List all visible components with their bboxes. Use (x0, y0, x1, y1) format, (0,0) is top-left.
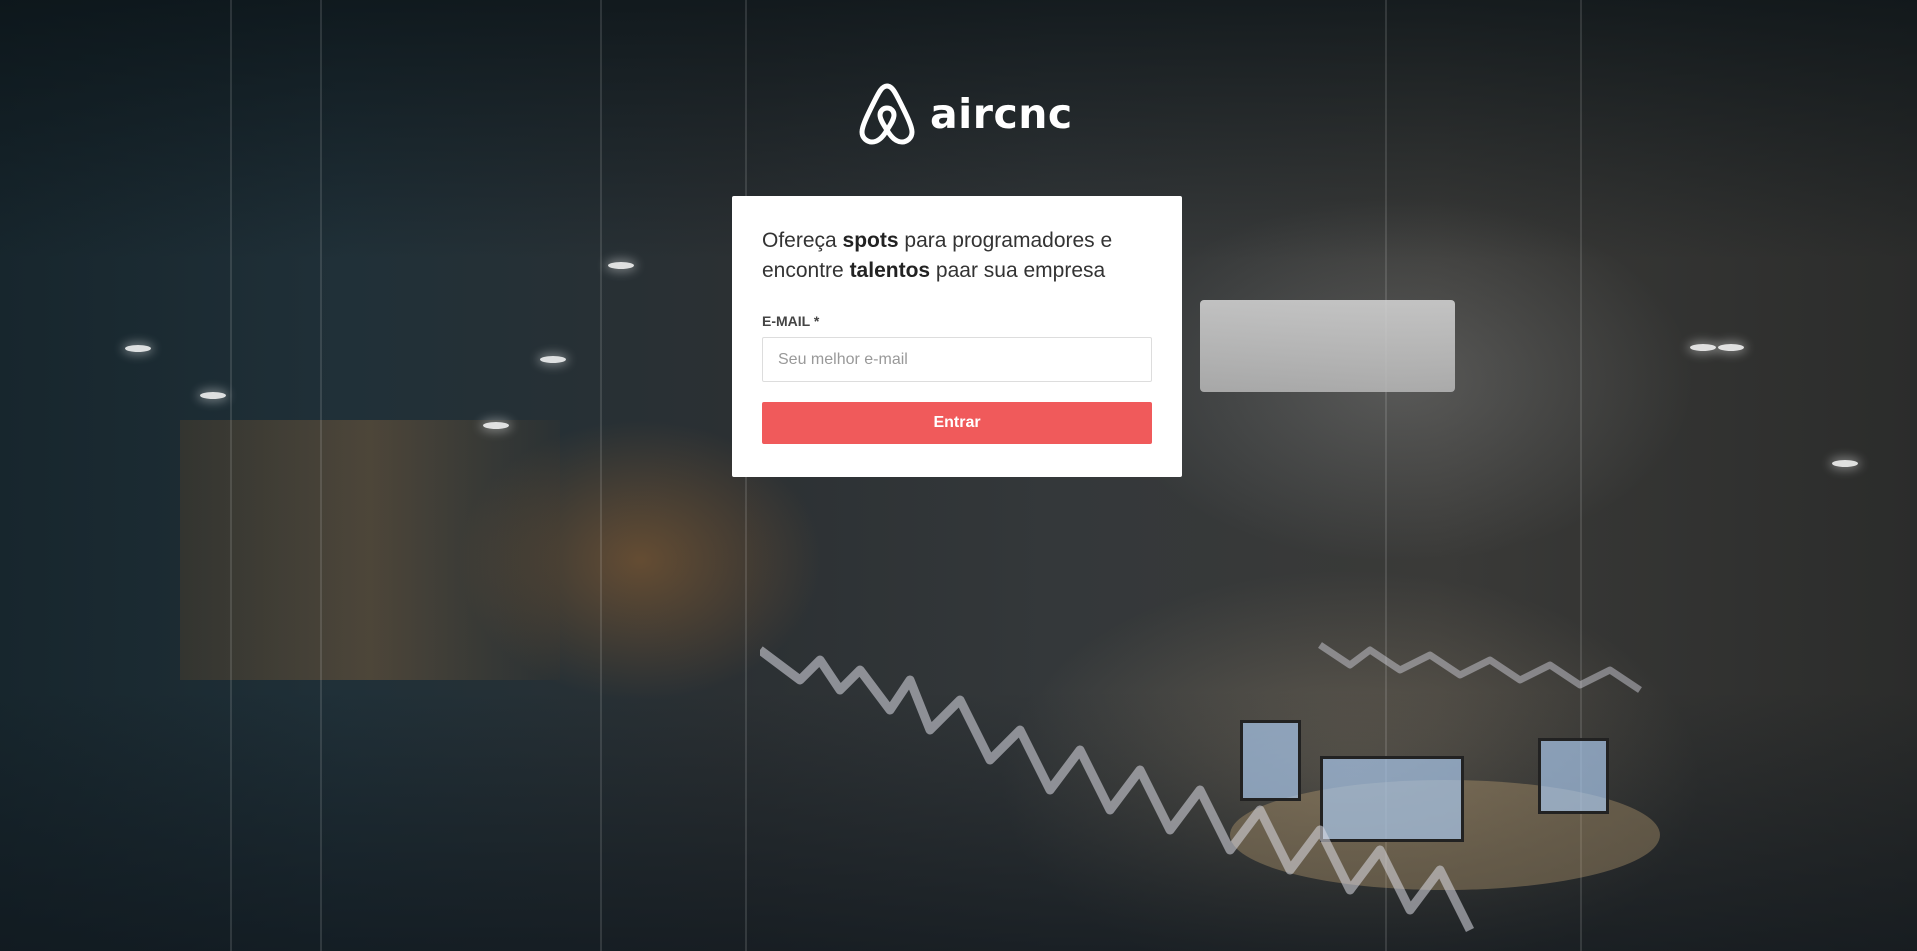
airbnb-belo-icon (859, 83, 915, 145)
submit-button[interactable]: Entrar (762, 402, 1152, 444)
brand-name: aircnc (930, 89, 1073, 138)
email-input[interactable] (762, 337, 1152, 382)
brand-logo: aircnc (858, 82, 1073, 146)
headline: Ofereça spots para programadores e encon… (762, 226, 1152, 286)
login-page: aircnc Ofereça spots para programadores … (0, 0, 1917, 951)
headline-bold-spots: spots (842, 229, 899, 252)
login-card: Ofereça spots para programadores e encon… (732, 196, 1182, 477)
email-label: E-MAIL * (762, 313, 820, 329)
headline-text-1: Ofereça (762, 229, 843, 252)
glass-decal-wave (760, 642, 1642, 933)
headline-bold-talentos: talentos (849, 259, 931, 282)
headline-text-3: paar sua empresa (930, 259, 1106, 282)
